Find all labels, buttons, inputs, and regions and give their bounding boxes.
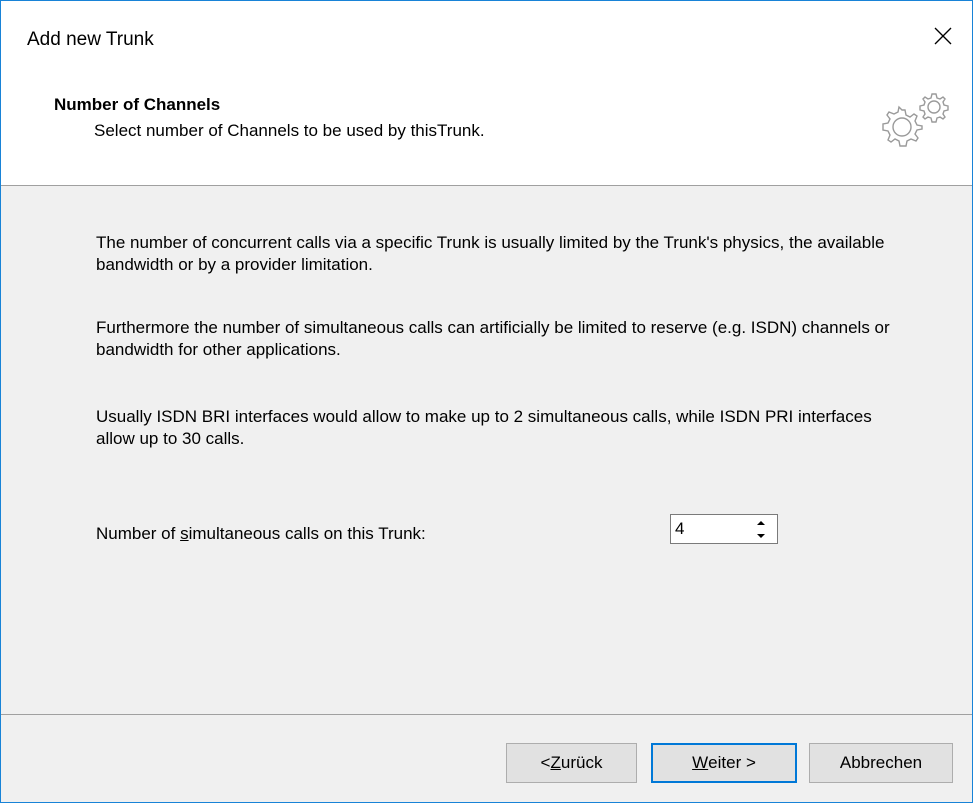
simultaneous-calls-stepper[interactable]	[670, 514, 778, 544]
simultaneous-calls-label: Number of simultaneous calls on this Tru…	[96, 524, 426, 544]
wizard-header: Number of Channels Select number of Chan…	[1, 77, 972, 186]
cancel-button[interactable]: Abbrechen	[809, 743, 953, 783]
info-paragraph: Usually ISDN BRI interfaces would allow …	[96, 407, 872, 448]
title-bar: Add new Trunk	[1, 1, 972, 77]
spin-up-button[interactable]	[746, 516, 776, 529]
back-label-pre: <	[540, 753, 551, 772]
info-paragraph: The number of concurrent calls via a spe…	[96, 233, 885, 274]
gears-icon	[882, 93, 949, 147]
label-text-pre: Number of	[96, 524, 181, 543]
next-mnemonic: W	[692, 753, 709, 772]
close-icon[interactable]	[928, 21, 958, 51]
arrow-up-icon	[757, 520, 765, 525]
info-paragraph: Furthermore the number of simultaneous c…	[96, 318, 890, 359]
back-label-post: urück	[560, 753, 603, 772]
page-subtitle: Select number of Channels to be used by …	[94, 121, 485, 140]
wizard-window: Add new Trunk Number of Channels Select …	[0, 0, 973, 803]
spin-down-button[interactable]	[746, 529, 776, 542]
footer-divider	[1, 714, 972, 715]
next-button[interactable]: Weiter >	[651, 743, 797, 783]
back-button[interactable]: < Zurück	[506, 743, 637, 783]
next-label-post: eiter >	[708, 753, 756, 772]
label-text-post: imultaneous calls on this Trunk:	[188, 524, 426, 543]
back-mnemonic: Z	[550, 753, 561, 772]
page-title: Number of Channels	[54, 95, 221, 114]
wizard-content: The number of concurrent calls via a spe…	[1, 186, 972, 714]
label-mnemonic: s	[180, 524, 189, 543]
window-title: Add new Trunk	[27, 29, 154, 50]
simultaneous-calls-input[interactable]	[675, 518, 743, 540]
spin-buttons	[746, 516, 776, 542]
arrow-down-icon	[757, 533, 765, 538]
